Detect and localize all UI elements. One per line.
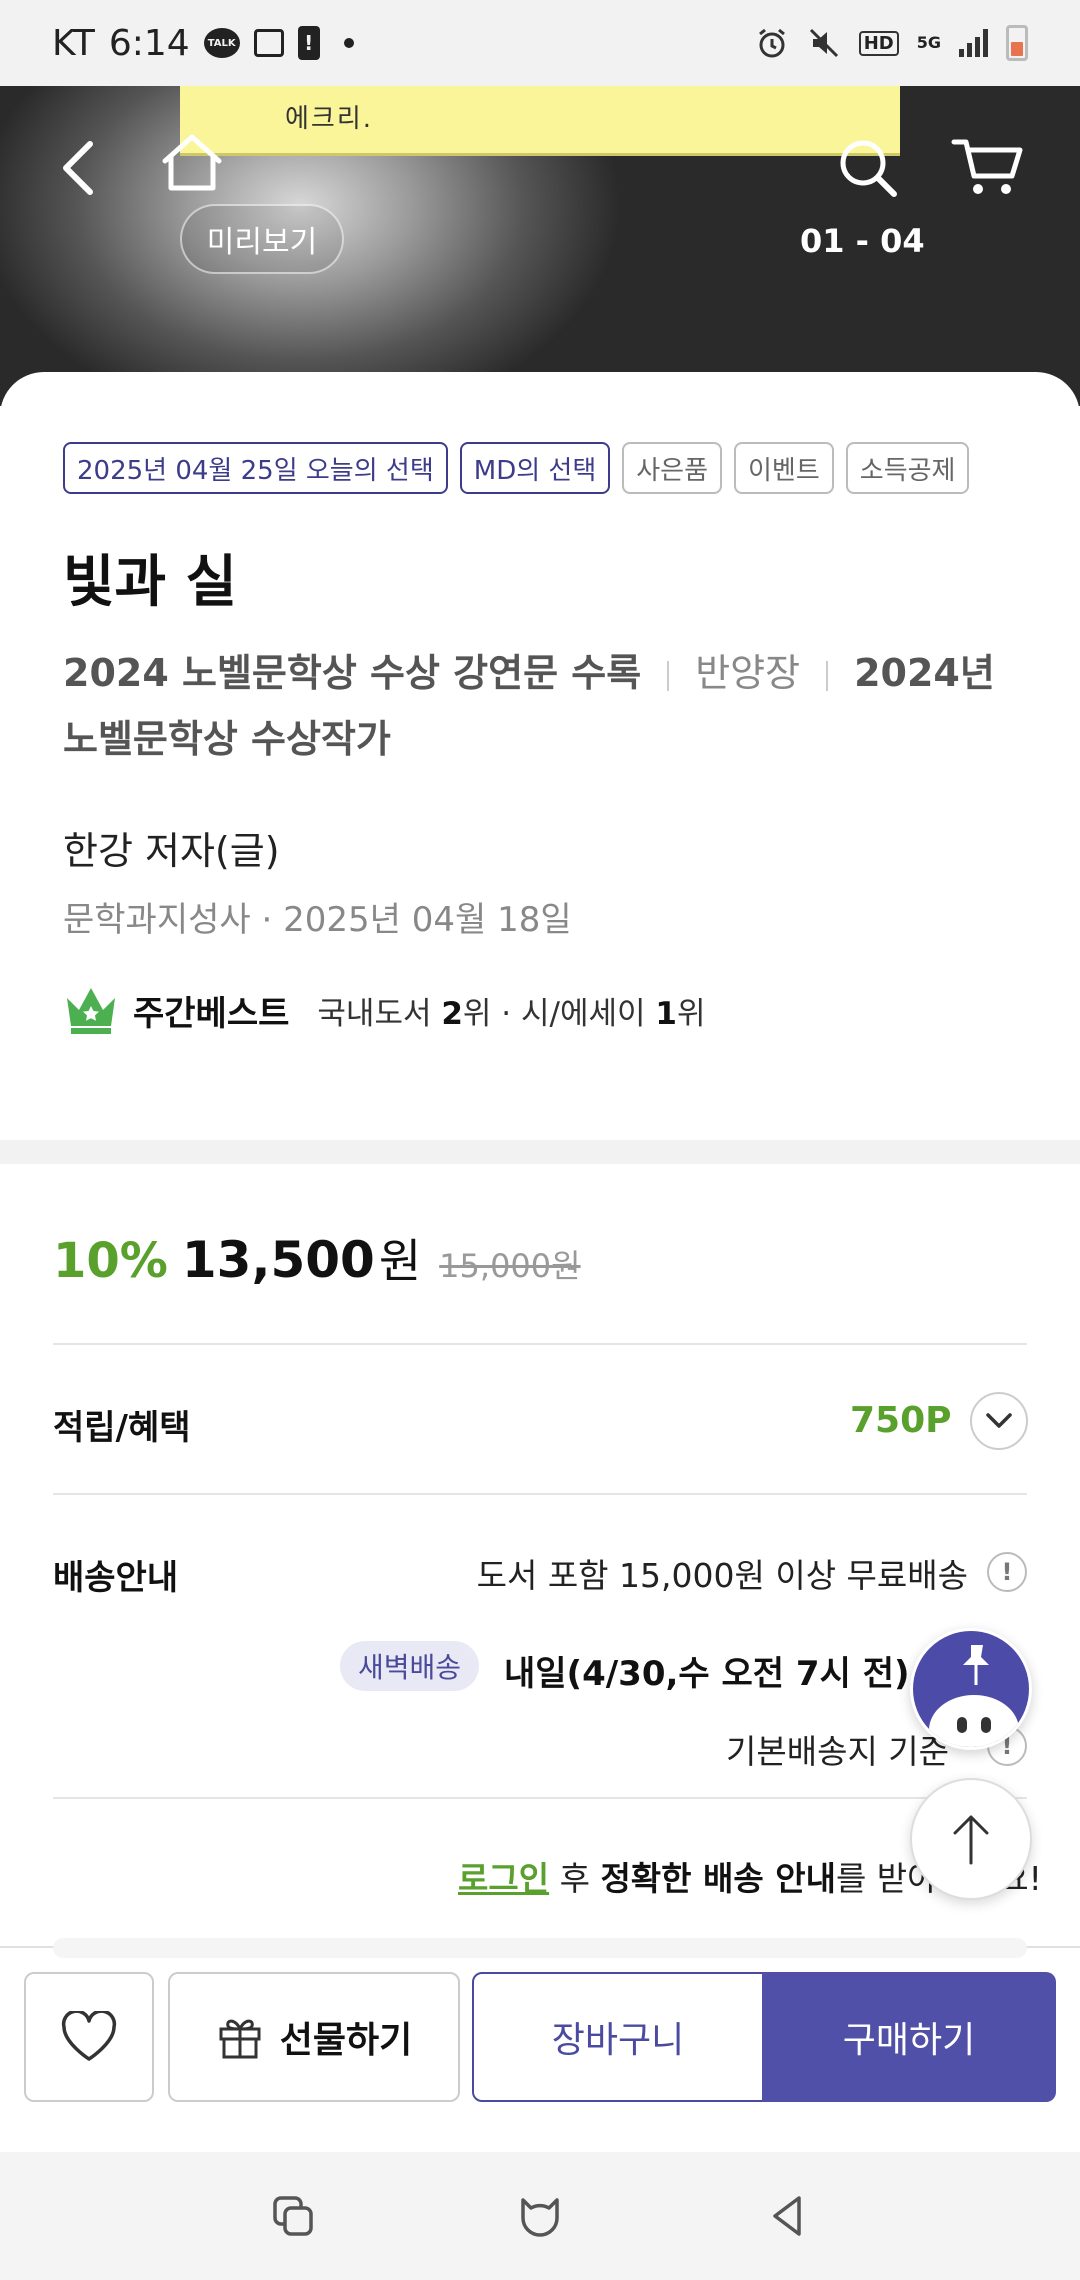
carrier-label: KT <box>52 22 95 64</box>
sticky-note-text: 에크리. <box>285 104 374 134</box>
chevron-down-icon <box>986 1413 1012 1428</box>
recent-apps-icon <box>273 2196 314 2236</box>
pin-icon <box>963 1645 989 1685</box>
buy-now-button[interactable]: 구매하기 <box>762 1972 1056 2102</box>
gift-button[interactable]: 선물하기 <box>168 1972 460 2102</box>
image-page-indicator: 01 - 04 <box>800 222 925 260</box>
benefits-label: 적립/혜택 <box>53 1408 191 1448</box>
book-title: 빛과 실 <box>63 550 238 615</box>
crown-icon <box>67 988 115 1034</box>
dawn-delivery-text: 내일(4/30,수 오전 7시 전) 도 <box>504 1654 953 1694</box>
partial-content-box <box>53 1938 1027 1958</box>
signal-icon <box>959 29 988 57</box>
home-button[interactable] <box>156 124 228 200</box>
benefits-expand-button[interactable] <box>970 1392 1028 1450</box>
subtitle-lecture: 2024 노벨문학상 수상 강연문 수록 <box>63 651 642 695</box>
chevron-left-icon <box>63 141 93 195</box>
image-notification-icon <box>253 29 284 57</box>
original-price: 15,000원 <box>439 1247 581 1285</box>
badge-today-pick[interactable]: 2025년 04월 25일 오늘의 선택 <box>63 442 448 494</box>
price-unit: 원 <box>378 1234 422 1288</box>
character-floating-button[interactable] <box>910 1628 1032 1750</box>
home-icon <box>162 134 222 191</box>
badge-list: 2025년 04월 25일 오늘의 선택 MD의 선택 사은품 이벤트 소득공제 <box>63 442 970 494</box>
publisher-date: 문학과지성사 · 2025년 04월 18일 <box>63 900 572 940</box>
badge-gift[interactable]: 사은품 <box>622 442 723 494</box>
arrow-up-icon <box>953 1815 989 1865</box>
cover-sticky-note: 에크리. <box>180 86 900 156</box>
character-face <box>929 1695 1019 1747</box>
badge-tax-deduction[interactable]: 소득공제 <box>845 442 970 494</box>
bestseller-row[interactable]: 주간베스트 국내도서 2위 · 시/에세이 1위 <box>63 984 706 1036</box>
subtitle-binding: 반양장 <box>695 651 801 695</box>
scroll-top-button[interactable] <box>910 1778 1032 1900</box>
cart-button[interactable] <box>946 128 1030 204</box>
more-notifications-icon <box>343 38 354 48</box>
preview-button[interactable]: 미리보기 <box>180 204 344 274</box>
book-subtitle: 2024 노벨문학상 수상 강연문 수록 반양장 2024년 노벨문학상 수상작가 <box>63 640 1023 772</box>
clock: 6:14 <box>108 22 190 64</box>
search-icon <box>840 140 897 197</box>
product-info-card: 2025년 04월 25일 오늘의 선택 MD의 선택 사은품 이벤트 소득공제… <box>0 372 1080 1162</box>
alarm-icon <box>755 26 789 60</box>
divider <box>53 1343 1027 1345</box>
5g-icon: 5G <box>916 33 941 52</box>
battery-icon <box>1006 25 1028 61</box>
login-link[interactable]: 로그인 <box>458 1859 549 1898</box>
points-value: 750P <box>850 1400 952 1441</box>
base-address-text: 기본배송지 기준 <box>726 1732 950 1771</box>
system-nav-bar <box>0 2152 1080 2280</box>
bestseller-label: 주간베스트 <box>133 993 290 1034</box>
recent-apps-button[interactable] <box>263 2186 323 2246</box>
book-cover-header: 에크리. 미리보기 01 - 04 <box>0 86 1080 406</box>
heart-icon <box>61 2011 117 2061</box>
dawn-delivery-badge: 새벽배송 <box>340 1641 480 1691</box>
add-to-cart-button[interactable]: 장바구니 <box>472 1972 764 2102</box>
author-link[interactable]: 한강 저자(글) <box>63 820 280 875</box>
home-nav-icon <box>521 2198 559 2237</box>
mute-icon <box>807 26 841 60</box>
home-nav-button[interactable] <box>510 2186 570 2246</box>
discount-rate: 10% <box>53 1233 168 1289</box>
divider <box>53 1493 1027 1495</box>
wishlist-button[interactable] <box>24 1972 154 2102</box>
subtitle-divider <box>826 660 829 691</box>
bottom-action-bar: 선물하기 장바구니 구매하기 <box>0 1938 1080 2152</box>
badge-md-pick[interactable]: MD의 선택 <box>459 442 611 494</box>
alert-notification-icon: ! <box>297 26 320 60</box>
cart-icon <box>951 139 1023 194</box>
hd-voice-icon: HD <box>858 30 899 56</box>
badge-event[interactable]: 이벤트 <box>734 442 834 494</box>
back-button[interactable] <box>48 130 108 206</box>
shipping-label: 배송안내 <box>53 1558 179 1598</box>
search-button[interactable] <box>830 130 906 206</box>
sale-price: 13,500 <box>181 1231 375 1289</box>
status-bar: KT 6:14 TALK ! HD 5G <box>0 0 1080 86</box>
gift-label: 선물하기 <box>279 2020 413 2061</box>
gift-icon <box>219 2019 261 2059</box>
bestseller-rank: 국내도서 2위 · 시/에세이 1위 <box>317 995 706 1032</box>
free-shipping-text: 도서 포함 15,000원 이상 무료배송 <box>476 1556 968 1595</box>
back-nav-button[interactable] <box>757 2186 817 2246</box>
kakaotalk-icon: TALK <box>203 28 240 58</box>
divider <box>53 1797 1027 1799</box>
subtitle-divider <box>667 660 670 691</box>
shipping-info-icon[interactable]: ! <box>987 1552 1027 1592</box>
back-nav-icon <box>772 2196 801 2236</box>
price-row: 10% 13,500 원 15,000원 <box>53 1225 581 1291</box>
section-divider <box>0 1140 1080 1164</box>
